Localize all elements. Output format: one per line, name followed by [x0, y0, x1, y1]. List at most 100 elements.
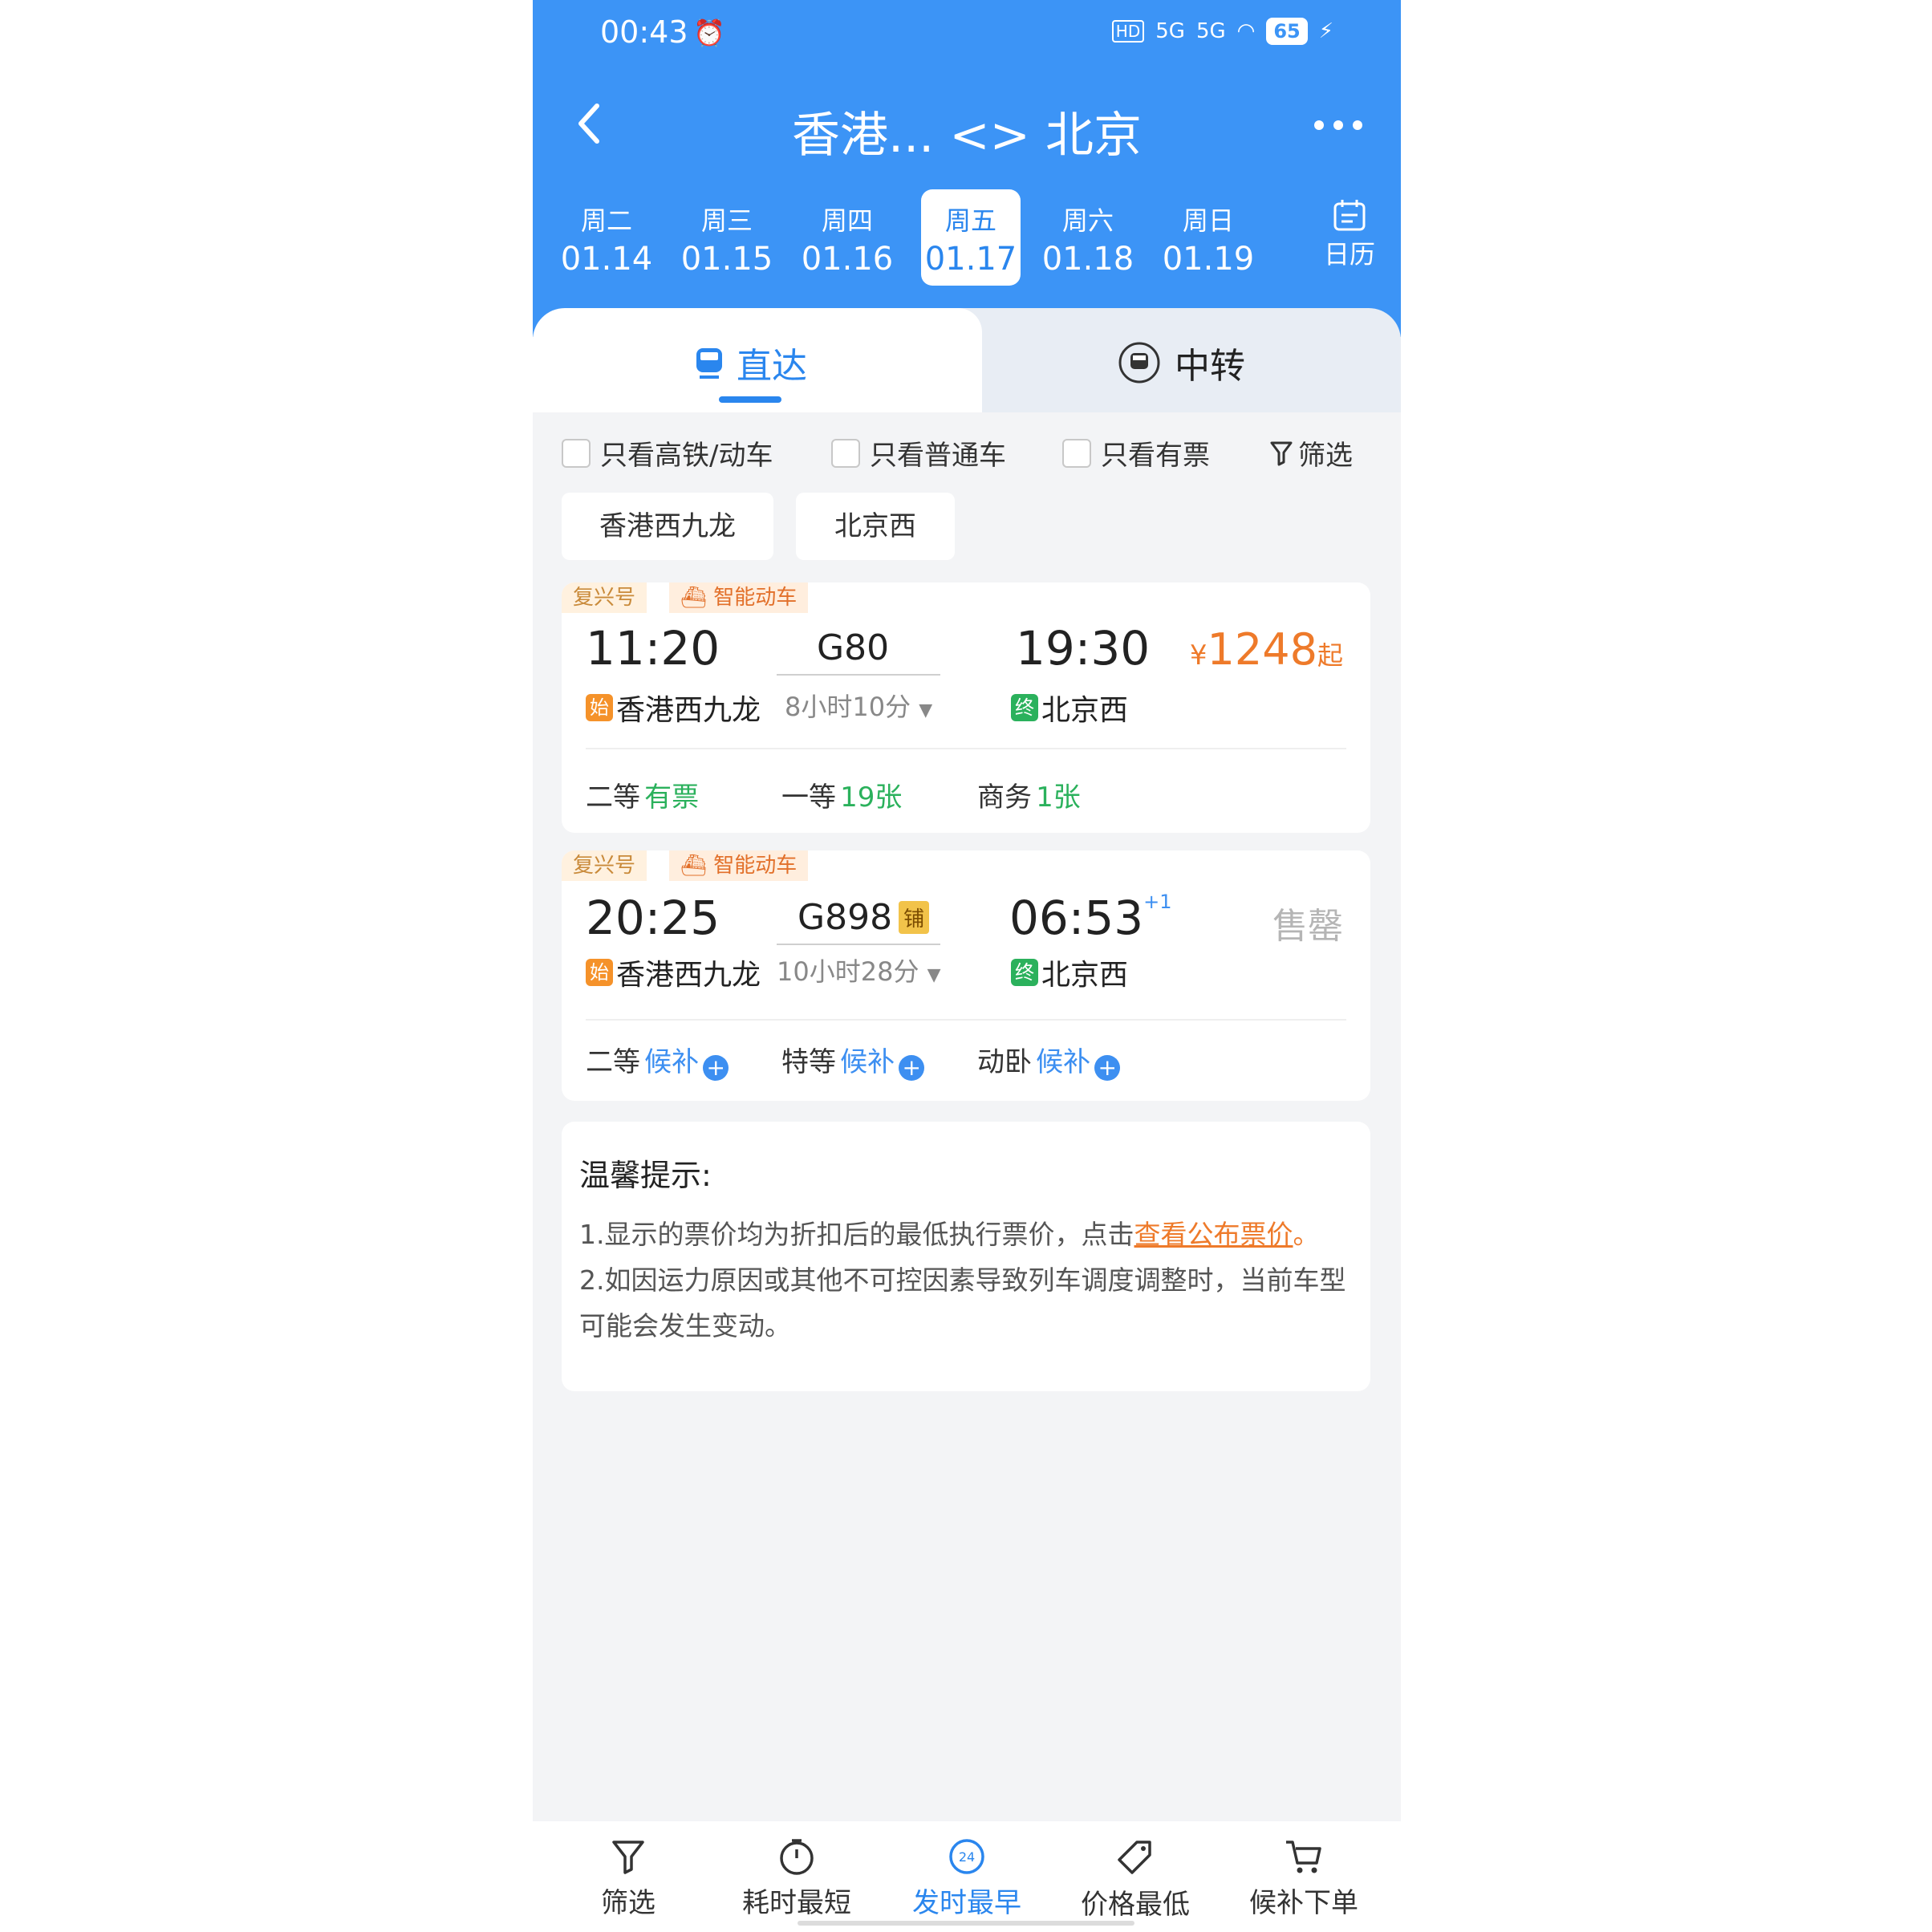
duration[interactable]: 8小时10分 ▼ [785, 687, 932, 724]
signal-icon-2: 5G [1195, 19, 1226, 43]
home-indicator [798, 1921, 1134, 1926]
price[interactable]: ¥1248起 [1190, 624, 1343, 675]
station-chip-from[interactable]: 香港西九龙 [562, 493, 773, 560]
header: 00:43 ⏰ HD 5G 5G ◠ 65 ⚡ 香港... <> 北京 周二 0… [533, 0, 1401, 337]
train-card-g898[interactable]: 复兴号 ⛴ 智能动车 20:25 G898 铺 06:53+1 售罄 始 香港西… [562, 850, 1370, 1101]
charging-icon: ⚡ [1318, 19, 1333, 43]
nav-shortest[interactable]: 耗时最短 [737, 1837, 857, 1920]
stopwatch-icon [780, 1839, 814, 1875]
next-day-mark: +1 [1143, 891, 1172, 913]
tips-title: 温馨提示: [579, 1158, 712, 1193]
filter-available[interactable]: 只看有票 [1062, 433, 1210, 473]
calendar-button[interactable]: 日历 [1309, 197, 1390, 271]
depart-time: 11:20 [586, 621, 720, 676]
more-menu-icon[interactable] [1314, 120, 1362, 130]
caret-down-icon: ▼ [927, 965, 941, 985]
filter-button[interactable]: 筛选 [1269, 433, 1353, 473]
from-station: 始 香港西九龙 [586, 687, 761, 729]
funnel-icon [1270, 441, 1293, 465]
available-label: 只看有票 [1101, 440, 1210, 472]
tips-card: 温馨提示: 1.显示的票价均为折扣后的最低执行票价，点击查看公布票价。 2.如因… [562, 1122, 1370, 1391]
date-tab-0115[interactable]: 周三 01.15 [677, 189, 777, 286]
price-tag-icon [1118, 1841, 1151, 1874]
date-label: 01.14 [560, 241, 653, 278]
tab-transfer[interactable]: 中转 [1117, 337, 1245, 388]
train-number: G898 [798, 897, 893, 938]
view-published-fare-link[interactable]: 查看公布票价 [1134, 1219, 1293, 1250]
duration[interactable]: 10小时28分 ▼ [777, 952, 941, 988]
filter-normal[interactable]: 只看普通车 [831, 433, 1006, 473]
nav-cheapest[interactable]: 价格最低 [1075, 1837, 1195, 1922]
price-suffix: 起 [1317, 640, 1343, 671]
date-tab-0114[interactable]: 周二 01.14 [557, 189, 656, 286]
seat-sleeper[interactable]: 动卧 候补 + [977, 1040, 1121, 1081]
calendar-label: 日历 [1323, 239, 1375, 270]
tips-line-1: 1.显示的票价均为折扣后的最低执行票价，点击查看公布票价。 [579, 1212, 1354, 1257]
seat-status: 候补 [1036, 1046, 1091, 1078]
normal-label: 只看普通车 [870, 440, 1006, 472]
from-station-label: 香港西九龙 [616, 694, 761, 727]
seat-first-class: 一等 19张 [781, 775, 902, 814]
station-chip-to[interactable]: 北京西 [796, 493, 955, 560]
to-station-label: 北京西 [1041, 694, 1129, 727]
date-label: 01.18 [1041, 241, 1134, 278]
nav-earliest[interactable]: 24 发时最早 [907, 1837, 1027, 1920]
funnel-icon [612, 1841, 644, 1874]
normal-checkbox[interactable] [831, 438, 860, 468]
date-tab-0117[interactable]: 周五 01.17 [921, 189, 1021, 286]
tag-smart-emu-label: 智能动车 [713, 586, 798, 610]
weekday-label: 周三 [700, 205, 753, 236]
wifi-icon: ◠ [1236, 19, 1256, 43]
tag-smart-emu-label: 智能动车 [713, 854, 798, 878]
seat-status: 1张 [1036, 781, 1081, 814]
seat-name: 商务 [977, 781, 1032, 814]
nav-waitlist[interactable]: 候补下单 [1244, 1837, 1364, 1920]
depart-time: 20:25 [586, 891, 720, 945]
price-value: 1248 [1207, 624, 1317, 675]
add-waitlist-icon[interactable]: + [703, 1054, 729, 1081]
to-station: 终 北京西 [1011, 952, 1128, 993]
tab-direct-label: 直达 [737, 346, 807, 387]
train-card-g80[interactable]: 复兴号 ⛴ 智能动车 11:20 G80 19:30 ¥1248起 始 香港西九… [562, 582, 1370, 833]
card-divider [586, 748, 1346, 749]
card-divider [586, 1019, 1346, 1021]
transfer-icon [1118, 342, 1160, 384]
to-station: 终 北京西 [1011, 687, 1128, 729]
nav-filter[interactable]: 筛选 [568, 1837, 688, 1920]
start-icon: 始 [586, 959, 613, 986]
nav-cheapest-label: 价格最低 [1081, 1889, 1190, 1921]
signal-icon: 5G [1155, 19, 1185, 43]
route-line [777, 944, 940, 945]
tag-smart-emu: ⛴ 智能动车 [669, 582, 809, 613]
to-station-label: 北京西 [1041, 959, 1129, 992]
train-number-group: G898 铺 [798, 897, 930, 938]
smart-train-icon: ⛴ [680, 586, 708, 610]
duration-label: 8小时10分 [785, 692, 911, 722]
tag-fuxing: 复兴号 [562, 850, 647, 881]
seat-business: 商务 1张 [977, 775, 1081, 814]
date-tab-0118[interactable]: 周六 01.18 [1038, 189, 1138, 286]
date-label: 01.19 [1162, 241, 1255, 278]
highspeed-checkbox[interactable] [562, 438, 591, 468]
seat-second-class[interactable]: 二等 候补 + [586, 1040, 729, 1081]
price-symbol: ¥ [1189, 639, 1208, 672]
clock-24-icon: 24 [949, 1839, 984, 1874]
seat-premium[interactable]: 特等 候补 + [781, 1040, 925, 1081]
filter-highspeed[interactable]: 只看高铁/动车 [562, 433, 773, 473]
app-screen: 00:43 ⏰ HD 5G 5G ◠ 65 ⚡ 香港... <> 北京 周二 0… [533, 0, 1401, 1932]
train-icon [696, 348, 722, 379]
date-tab-0119[interactable]: 周日 01.19 [1159, 189, 1258, 286]
add-waitlist-icon[interactable]: + [899, 1054, 925, 1081]
seat-name: 一等 [781, 781, 836, 814]
seat-name: 动卧 [977, 1046, 1032, 1078]
nav-filter-label: 筛选 [601, 1887, 656, 1919]
available-checkbox[interactable] [1062, 438, 1091, 468]
weekday-label: 周二 [580, 205, 632, 236]
arrive-time: 06:53 [1009, 891, 1144, 945]
highspeed-label: 只看高铁/动车 [600, 440, 773, 472]
date-tab-0116[interactable]: 周四 01.16 [798, 189, 897, 286]
bottom-nav: 筛选 耗时最短 24 发时最早 价格最低 候补下单 [533, 1821, 1401, 1932]
tab-direct[interactable]: 直达 [693, 337, 807, 388]
add-waitlist-icon[interactable]: + [1094, 1054, 1121, 1081]
filter-label: 筛选 [1298, 440, 1353, 472]
